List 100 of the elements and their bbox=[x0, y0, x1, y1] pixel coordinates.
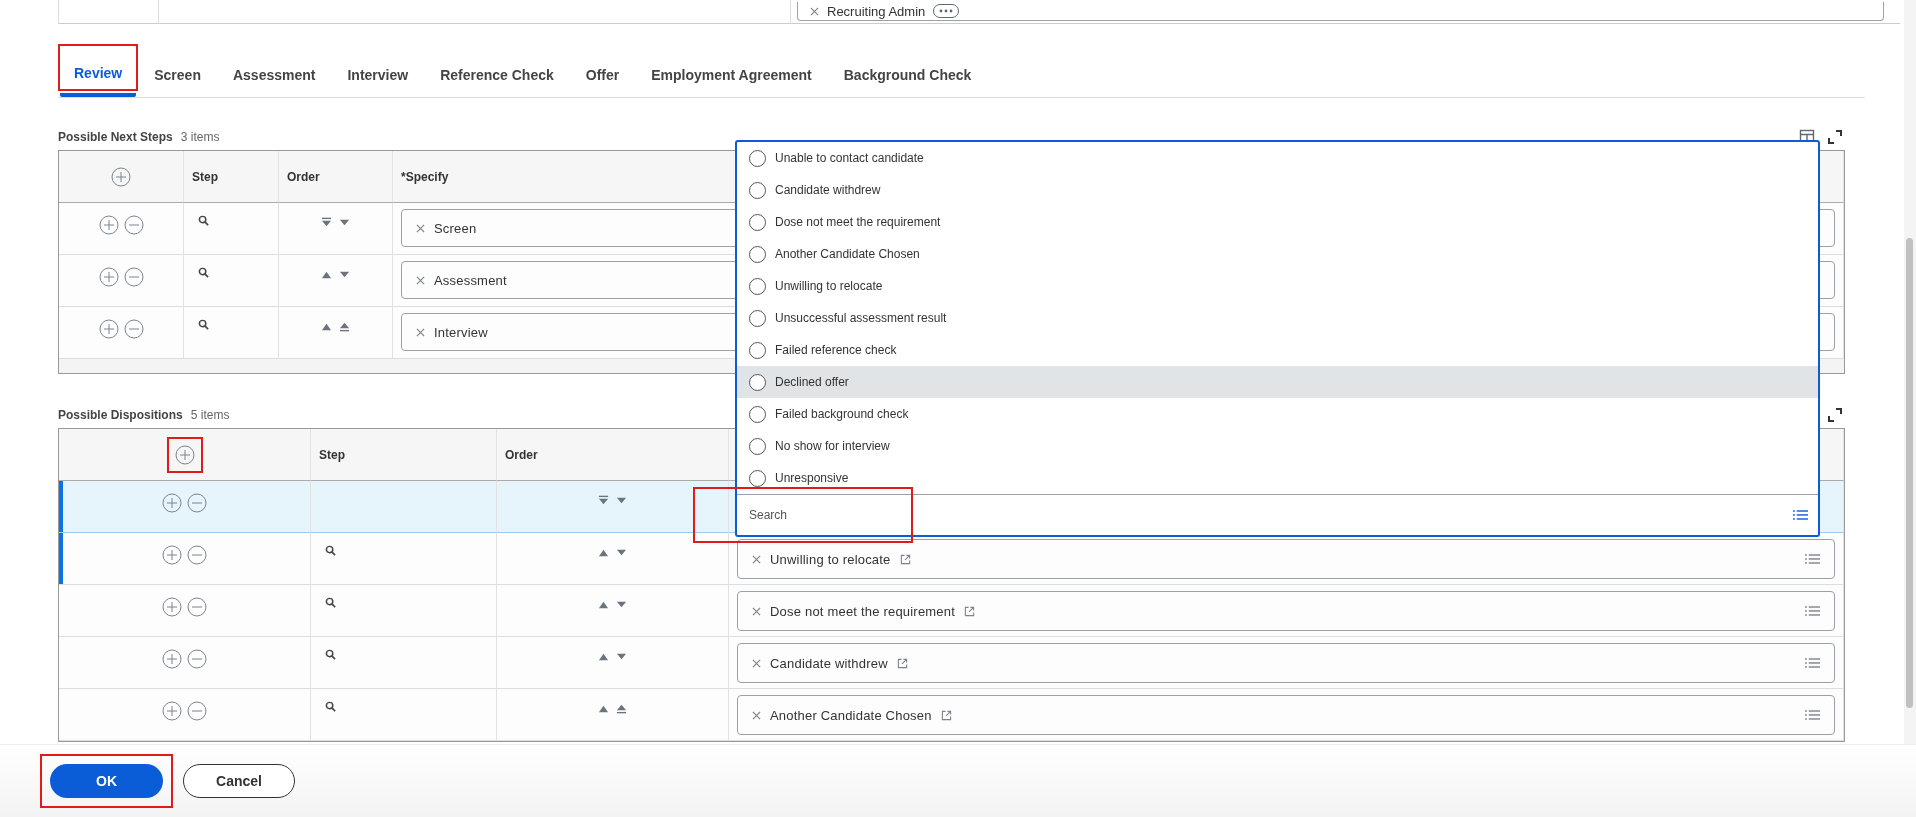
remove-icon[interactable] bbox=[752, 606, 761, 616]
dropdown-option[interactable]: No show for interview bbox=[737, 430, 1818, 462]
remove-row-icon[interactable] bbox=[123, 215, 144, 235]
search-field[interactable]: Search bbox=[737, 495, 1793, 535]
external-link-icon[interactable] bbox=[964, 605, 975, 617]
radio-button[interactable] bbox=[749, 277, 766, 295]
remove-icon[interactable] bbox=[752, 658, 761, 668]
dropdown-option[interactable]: Another Candidate Chosen bbox=[737, 238, 1818, 270]
ok-button[interactable]: OK bbox=[50, 764, 163, 799]
move-up-icon[interactable] bbox=[321, 321, 332, 332]
tab[interactable]: Interview bbox=[333, 52, 423, 97]
selection-field[interactable]: Another Candidate Chosen bbox=[737, 695, 1835, 735]
move-down-icon[interactable] bbox=[616, 495, 627, 506]
selection-field[interactable]: Candidate withdrew bbox=[737, 643, 1835, 683]
external-link-icon[interactable] bbox=[896, 657, 908, 669]
radio-button[interactable] bbox=[749, 437, 766, 455]
remove-row-icon[interactable] bbox=[187, 649, 207, 669]
radio-button[interactable] bbox=[749, 341, 766, 359]
remove-icon[interactable] bbox=[416, 223, 425, 233]
move-up-icon[interactable] bbox=[598, 651, 609, 662]
list-icon[interactable] bbox=[1805, 605, 1820, 617]
add-row-icon[interactable] bbox=[162, 649, 182, 669]
search-icon[interactable] bbox=[325, 701, 336, 712]
radio-button[interactable] bbox=[749, 469, 766, 487]
move-down-icon[interactable] bbox=[616, 651, 627, 662]
remove-row-icon[interactable] bbox=[187, 701, 207, 721]
remove-icon[interactable] bbox=[810, 6, 819, 16]
move-up-icon[interactable] bbox=[598, 547, 609, 558]
add-row-icon[interactable] bbox=[98, 319, 119, 339]
dropdown-option[interactable]: Declined offer bbox=[737, 366, 1818, 398]
move-up-icon[interactable] bbox=[321, 269, 332, 280]
tab[interactable]: Employment Agreement bbox=[637, 52, 826, 97]
move-to-bottom-icon[interactable] bbox=[598, 495, 609, 506]
remove-icon[interactable] bbox=[752, 710, 761, 720]
dropdown-option[interactable]: Dose not meet the requirement bbox=[737, 206, 1818, 238]
list-icon[interactable] bbox=[1793, 509, 1808, 521]
move-down-icon[interactable] bbox=[339, 217, 350, 228]
move-down-icon[interactable] bbox=[339, 269, 350, 280]
remove-icon[interactable] bbox=[416, 275, 425, 285]
dropdown-option[interactable]: Unable to contact candidate bbox=[737, 142, 1818, 174]
dropdown-option[interactable]: Unwilling to relocate bbox=[737, 270, 1818, 302]
search-icon[interactable] bbox=[198, 267, 209, 278]
remove-icon[interactable] bbox=[752, 554, 761, 564]
add-row-icon[interactable] bbox=[162, 597, 182, 617]
list-icon[interactable] bbox=[1805, 709, 1820, 721]
add-row-icon[interactable] bbox=[98, 215, 119, 235]
add-row-icon[interactable] bbox=[162, 701, 182, 721]
remove-row-icon[interactable] bbox=[123, 319, 144, 339]
radio-button[interactable] bbox=[749, 149, 766, 167]
remove-row-icon[interactable] bbox=[187, 545, 207, 565]
tab[interactable]: Assessment bbox=[218, 52, 330, 97]
move-down-icon[interactable] bbox=[616, 599, 627, 610]
dropdown-option[interactable]: Unsuccessful assessment result bbox=[737, 302, 1818, 334]
tab[interactable]: Screen bbox=[140, 52, 215, 97]
remove-row-icon[interactable] bbox=[187, 597, 207, 617]
selection-field[interactable]: Unwilling to relocate bbox=[737, 539, 1835, 579]
radio-button[interactable] bbox=[749, 181, 766, 199]
remove-row-icon[interactable] bbox=[187, 493, 207, 513]
add-row-icon[interactable] bbox=[162, 493, 182, 513]
search-icon[interactable] bbox=[198, 319, 209, 330]
move-to-bottom-icon[interactable] bbox=[321, 217, 332, 228]
tab[interactable]: Background Check bbox=[829, 52, 986, 97]
list-icon[interactable] bbox=[1805, 553, 1820, 565]
cancel-button[interactable]: Cancel bbox=[183, 764, 295, 799]
move-up-icon[interactable] bbox=[598, 599, 609, 610]
move-up-icon[interactable] bbox=[598, 703, 609, 714]
radio-button[interactable] bbox=[749, 309, 766, 327]
add-row-icon[interactable] bbox=[162, 545, 182, 565]
add-row-icon[interactable] bbox=[98, 267, 119, 287]
multiselect-field[interactable]: Recruiting Admin bbox=[797, 2, 1884, 21]
dropdown-option[interactable]: Unresponsive bbox=[737, 462, 1818, 494]
radio-button[interactable] bbox=[749, 405, 766, 423]
search-icon[interactable] bbox=[325, 545, 336, 556]
scrollbar-thumb[interactable] bbox=[1906, 238, 1913, 708]
move-to-top-icon[interactable] bbox=[339, 321, 350, 332]
expand-icon[interactable] bbox=[1827, 129, 1843, 145]
list-icon[interactable] bbox=[1805, 657, 1820, 669]
add-row-icon[interactable] bbox=[111, 166, 131, 187]
tab[interactable]: Offer bbox=[571, 52, 634, 97]
search-icon[interactable] bbox=[198, 215, 209, 226]
dropdown-option[interactable]: Failed reference check bbox=[737, 334, 1818, 366]
radio-button[interactable] bbox=[749, 213, 766, 231]
tab[interactable]: Review bbox=[60, 52, 137, 97]
add-row-icon[interactable] bbox=[174, 444, 195, 465]
remove-row-icon[interactable] bbox=[123, 267, 144, 287]
search-icon[interactable] bbox=[325, 597, 336, 608]
selection-field[interactable]: Dose not meet the requirement bbox=[737, 591, 1835, 631]
external-link-icon[interactable] bbox=[940, 709, 952, 721]
more-icon[interactable] bbox=[933, 4, 960, 18]
dropdown-option[interactable]: Failed background check bbox=[737, 398, 1818, 430]
dropdown-option[interactable]: Candidate withdrew bbox=[737, 174, 1818, 206]
expand-icon[interactable] bbox=[1827, 407, 1843, 423]
move-to-top-icon[interactable] bbox=[616, 703, 627, 714]
search-icon[interactable] bbox=[325, 649, 336, 660]
remove-icon[interactable] bbox=[416, 327, 425, 337]
move-down-icon[interactable] bbox=[616, 547, 627, 558]
external-link-icon[interactable] bbox=[899, 553, 911, 565]
radio-button[interactable] bbox=[749, 373, 766, 391]
radio-button[interactable] bbox=[749, 245, 766, 263]
tab[interactable]: Reference Check bbox=[426, 52, 568, 97]
